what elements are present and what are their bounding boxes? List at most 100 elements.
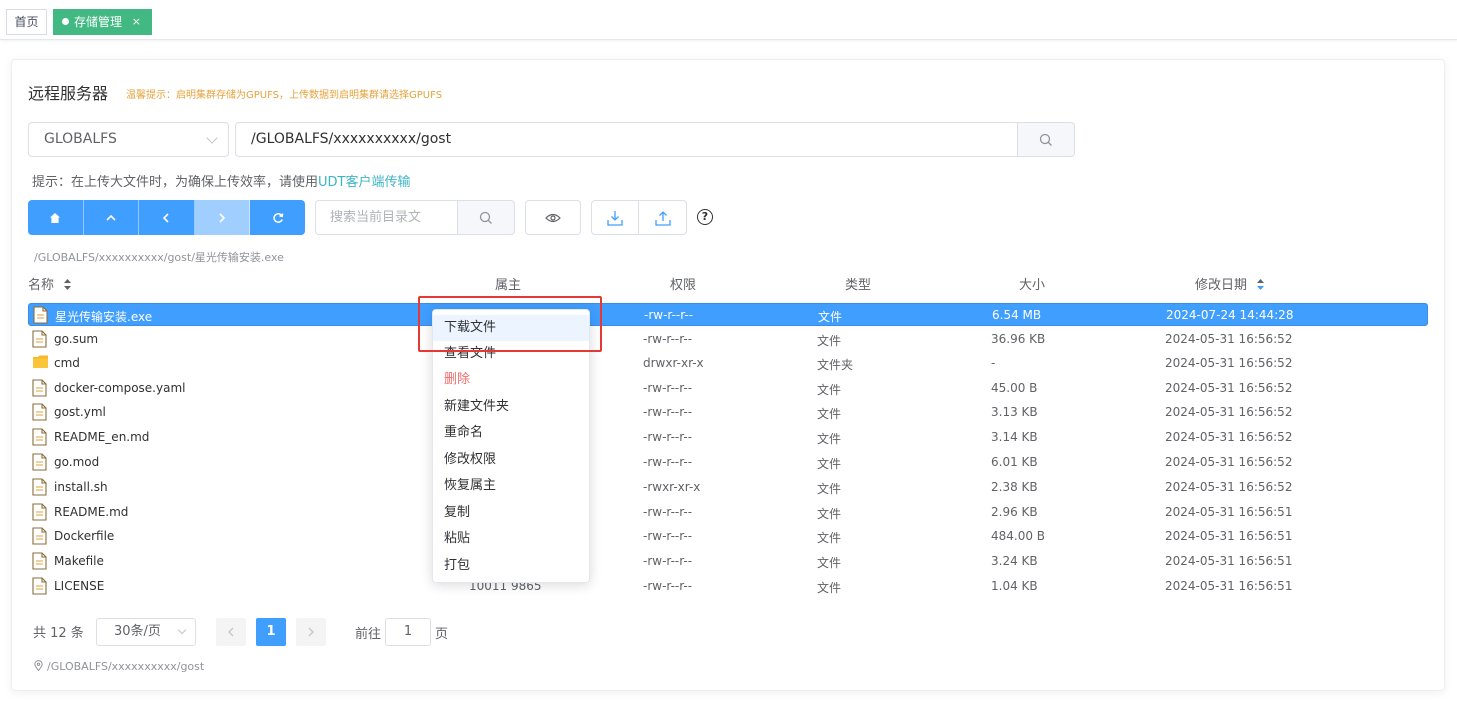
download-button[interactable] [591,200,639,235]
file-name[interactable]: go.sum [54,332,98,346]
upload-button[interactable] [638,200,687,235]
file-perm: -rw-r--r-- [644,308,694,322]
table-row[interactable]: cmd drwxr-xr-x 文件夹 - 2024-05-31 16:56:52 [28,352,1428,375]
total-count: 共 12 条 [33,626,84,641]
tab-storage-management[interactable]: 存储管理 × [53,9,152,35]
table-row[interactable]: gost.yml -rw-r--r-- 文件 3.13 KB 2024-05-31 16… [28,401,1428,424]
context-menu-item[interactable]: 粘贴 [433,526,589,552]
column-name[interactable]: 名称 [28,274,72,293]
column-name-label: 名称 [28,278,55,293]
file-type: 文件夹 [817,358,854,372]
file-perm: -rw-r--r-- [643,332,693,346]
prev-page-button[interactable] [216,618,246,646]
file-icon [32,379,47,400]
page-number-current[interactable]: 1 [256,618,286,646]
file-type: 文件 [817,432,842,446]
context-menu-item[interactable]: 新建文件夹 [433,394,589,420]
active-dot-icon [62,18,69,25]
arrow-left-icon [163,212,170,223]
file-name[interactable]: cmd [54,356,80,370]
path-search-button[interactable] [1017,122,1075,157]
udt-client-link[interactable]: UDT客户端传输 [318,175,410,190]
file-date: 2024-05-31 16:56:51 [1165,529,1293,543]
search-icon [479,211,492,224]
file-perm: -rw-r--r-- [643,505,693,519]
file-name[interactable]: README.md [54,505,128,519]
directory-search-button[interactable] [457,200,515,235]
file-name[interactable]: Makefile [54,554,104,568]
table-row[interactable]: README.md -rw-r--r-- 文件 2.96 KB 2024-05-31 1… [28,501,1428,524]
help-icon[interactable]: ? [697,209,713,225]
file-date: 2024-05-31 16:56:52 [1165,480,1293,494]
sort-icon[interactable] [1257,279,1265,290]
context-menu-item[interactable]: 打包 [433,553,589,579]
table-row[interactable]: install.sh -rwxr-xr-x 文件 2.38 KB 2024-05-31 … [28,476,1428,499]
file-type: 文件 [817,407,842,421]
file-date: 2024-05-31 16:56:52 [1165,405,1293,419]
file-name[interactable]: docker-compose.yaml [54,381,185,395]
table-row[interactable]: go.mod -rw-r--r-- 文件 6.01 KB 2024-05-31 16:5… [28,451,1428,474]
chevron-down-icon [206,132,218,144]
eye-icon [545,213,561,222]
table-row[interactable]: docker-compose.yaml -rw-r--r-- 文件 45.00 B 20… [28,377,1428,400]
context-menu-item[interactable]: 修改权限 [433,447,589,473]
arrow-right-icon [219,212,226,223]
file-perm: -rw-r--r-- [643,529,693,543]
file-icon [32,552,47,573]
file-date: 2024-05-31 16:56:52 [1165,381,1293,395]
column-size[interactable]: 大小 [1019,274,1045,293]
file-name[interactable]: 星光传输安装.exe [55,308,152,325]
table-row[interactable]: LICENSE 10011 9865 -rw-r--r-- 文件 1.04 KB 2024… [28,575,1428,598]
file-type: 文件 [817,556,842,570]
table-row[interactable]: README_en.md -rw-r--r-- 文件 3.14 KB 2024-05-3… [28,426,1428,449]
page-size-value: 30条/页 [114,624,161,639]
tab-home[interactable]: 首页 [6,9,47,35]
column-permission[interactable]: 权限 [670,274,696,293]
show-hidden-button[interactable] [525,200,581,235]
table-row[interactable]: 星光传输安装.exe -rw-r--r-- 文件 6.54 MB 2024-07-24 … [28,303,1428,326]
file-type: 文件 [817,531,842,545]
parent-directory-button[interactable] [84,200,140,235]
table-row[interactable]: Makefile -rw-r--r-- 文件 3.24 KB 2024-05-31 16… [28,550,1428,573]
file-name[interactable]: go.mod [54,455,99,469]
file-name[interactable]: install.sh [54,480,108,494]
context-menu-item[interactable]: 恢复属主 [433,473,589,499]
filesystem-select[interactable]: GLOBALFS [28,122,229,157]
tab-close-icon[interactable]: × [132,10,141,34]
file-size: 2.96 KB [991,505,1038,519]
directory-search-input[interactable]: 搜索当前目录文 [315,200,458,235]
file-type: 文件 [817,482,842,496]
context-menu-item[interactable]: 删除 [433,367,589,393]
path-input[interactable]: /GLOBALFS/xxxxxxxxxx/gost [235,122,1018,157]
file-type: 文件 [817,507,842,521]
context-menu-item[interactable]: 复制 [433,500,589,526]
goto-page-input[interactable]: 1 [385,618,431,646]
next-page-button[interactable] [296,618,326,646]
file-icon [33,306,48,327]
file-size: 3.24 KB [991,554,1038,568]
refresh-button[interactable] [250,200,305,235]
file-name[interactable]: README_en.md [54,430,149,444]
file-perm: -rw-r--r-- [643,405,693,419]
back-button[interactable] [139,200,195,235]
file-table-header: 名称 属主 权限 类型 大小 修改日期 [28,272,1428,293]
column-date-label: 修改日期 [1195,278,1248,293]
column-owner[interactable]: 属主 [495,274,521,293]
column-type[interactable]: 类型 [845,274,871,293]
home-button[interactable] [28,200,84,235]
forward-button[interactable] [194,200,251,235]
file-name[interactable]: LICENSE [54,579,104,593]
context-menu-item[interactable]: 重命名 [433,420,589,446]
file-date: 2024-05-31 16:56:51 [1165,505,1293,519]
file-name[interactable]: gost.yml [54,405,106,419]
file-perm: -rw-r--r-- [643,455,693,469]
table-row[interactable]: Dockerfile -rw-r--r-- 文件 484.00 B 2024-05-31… [28,525,1428,548]
highlight-annotation-box [418,296,602,352]
file-name[interactable]: Dockerfile [54,529,114,543]
column-modified-date[interactable]: 修改日期 [1195,274,1265,293]
page-size-select[interactable]: 30条/页 [96,618,196,646]
footer-path: /GLOBALFS/xxxxxxxxxx/gost [47,660,205,673]
sort-icon[interactable] [64,279,72,290]
file-date: 2024-05-31 16:56:52 [1165,455,1293,469]
table-row[interactable]: go.sum -rw-r--r-- 文件 36.96 KB 2024-05-31 16:… [28,328,1428,351]
